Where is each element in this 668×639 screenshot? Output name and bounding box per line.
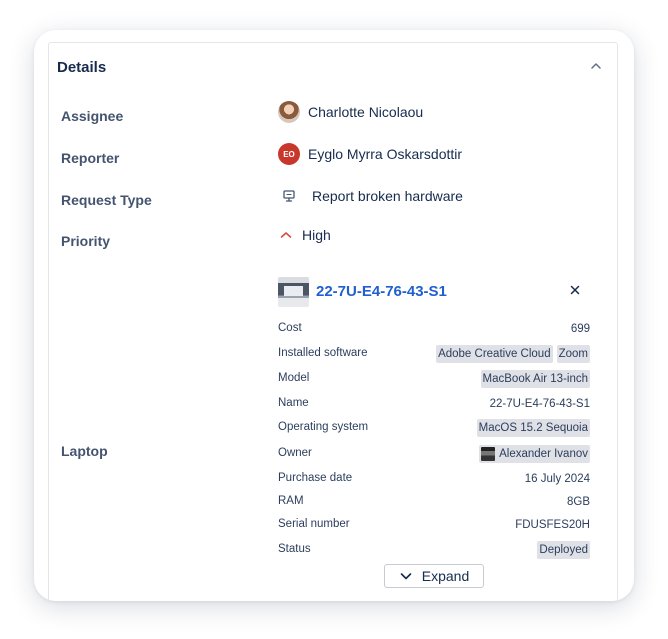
- assignee-value[interactable]: Charlotte Nicolaou: [278, 101, 423, 123]
- asset-attribute-row: Name 22-7U-E4-76-43-S1: [278, 394, 590, 414]
- priority-label: Priority: [61, 233, 111, 249]
- assignee-avatar: [278, 101, 300, 123]
- attribute-chip[interactable]: Zoom: [556, 345, 590, 363]
- attribute-values: FDUSFES20H: [515, 515, 590, 535]
- attribute-chip[interactable]: Adobe Creative Cloud: [436, 345, 553, 363]
- attribute-chip[interactable]: MacBook Air 13-inch: [480, 370, 590, 388]
- attribute-values: Deployed: [537, 540, 590, 560]
- owner-chip[interactable]: Alexander Ivanov: [479, 445, 590, 463]
- attribute-name: Name: [278, 397, 309, 409]
- asset-attribute-row: Owner Alexander Ivanov: [278, 444, 590, 464]
- attribute-name: Model: [278, 372, 310, 384]
- reporter-label: Reporter: [61, 150, 120, 166]
- expand-label: Expand: [421, 568, 470, 584]
- asset-attribute-row: Purchase date 16 July 2024: [278, 469, 590, 489]
- attribute-name: Installed software: [278, 347, 368, 359]
- attribute-chip[interactable]: MacOS 15.2 Sequoia: [476, 419, 590, 437]
- close-icon[interactable]: [568, 283, 582, 297]
- attribute-name: Serial number: [278, 518, 350, 530]
- asset-attribute-row: Installed software Adobe Creative Cloud Zo…: [278, 344, 590, 364]
- attribute-values: 16 July 2024: [525, 469, 590, 489]
- laptop-label: Laptop: [61, 443, 108, 459]
- details-card: Details Assignee Charlotte Nicolaou Repo…: [34, 30, 634, 601]
- attribute-chip[interactable]: Deployed: [537, 541, 590, 559]
- chevron-up-icon[interactable]: [589, 59, 603, 73]
- priority-high-icon: [278, 227, 294, 243]
- priority-text: High: [302, 227, 331, 243]
- owner-name: Alexander Ivanov: [499, 448, 588, 460]
- attribute-value: 16 July 2024: [524, 473, 590, 485]
- attribute-name: RAM: [278, 495, 304, 507]
- chevron-down-icon: [400, 573, 412, 580]
- reporter-value[interactable]: EO Eyglo Myrra Oskarsdottir: [278, 143, 462, 165]
- asset-attribute-row: Serial number FDUSFES20H: [278, 515, 590, 535]
- attribute-name: Owner: [278, 447, 312, 459]
- attribute-values: Adobe Creative Cloud Zoom: [436, 344, 590, 364]
- request-type-value[interactable]: Report broken hardware: [278, 185, 463, 207]
- attribute-value: FDUSFES20H: [515, 519, 590, 531]
- laptop-thumbnail: [278, 277, 309, 307]
- asset-attribute-row: RAM 8GB: [278, 492, 590, 512]
- attribute-value: 22-7U-E4-76-43-S1: [489, 398, 590, 410]
- attribute-values: 22-7U-E4-76-43-S1: [490, 394, 590, 414]
- asset-attribute-row: Operating system MacOS 15.2 Sequoia: [278, 418, 590, 438]
- owner-avatar: [481, 447, 496, 461]
- attribute-name: Purchase date: [278, 472, 353, 484]
- attribute-name: Cost: [278, 322, 302, 334]
- attribute-values: Alexander Ivanov: [479, 444, 590, 464]
- request-type-label: Request Type: [61, 192, 152, 208]
- request-type-text: Report broken hardware: [312, 188, 463, 204]
- attribute-name: Operating system: [278, 421, 369, 433]
- assignee-name: Charlotte Nicolaou: [308, 104, 424, 120]
- attribute-values: MacOS 15.2 Sequoia: [476, 418, 590, 438]
- reporter-name: Eyglo Myrra Oskarsdottir: [308, 146, 463, 162]
- asset-attribute-row: Cost 699: [278, 319, 590, 339]
- attribute-values: 8GB: [567, 492, 590, 512]
- details-panel: Details Assignee Charlotte Nicolaou Repo…: [48, 42, 618, 601]
- attribute-values: MacBook Air 13-inch: [480, 369, 590, 389]
- attribute-name: Status: [278, 543, 311, 555]
- attribute-values: 699: [571, 319, 590, 339]
- details-title: Details: [57, 59, 107, 76]
- asset-title-link[interactable]: 22-7U-E4-76-43-S1: [316, 283, 447, 300]
- assignee-label: Assignee: [61, 108, 124, 124]
- asset-attribute-row: Model MacBook Air 13-inch: [278, 369, 590, 389]
- asset-attribute-row: Status Deployed: [278, 540, 590, 560]
- attribute-value: 8GB: [566, 496, 590, 508]
- expand-button[interactable]: Expand: [384, 564, 484, 588]
- priority-value[interactable]: High: [278, 227, 331, 243]
- attribute-value: 699: [570, 323, 590, 335]
- reporter-avatar: EO: [278, 143, 300, 165]
- monitor-icon: [278, 185, 300, 207]
